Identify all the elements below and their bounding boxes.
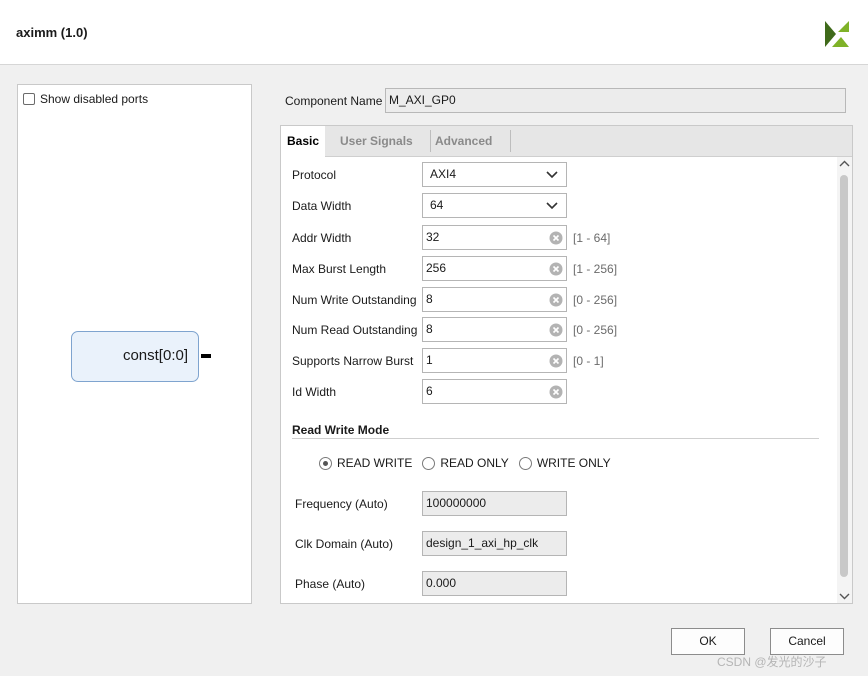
tab-basic[interactable]: Basic	[281, 126, 326, 157]
read-write-mode-radio-group: READ WRITE READ ONLY WRITE ONLY	[319, 456, 621, 470]
component-name-field[interactable]: M_AXI_GP0	[385, 88, 846, 113]
supports-narrow-burst-input[interactable]: 1	[422, 348, 567, 373]
cancel-button[interactable]: Cancel	[770, 628, 844, 655]
config-tabs-panel: Basic User Signals Advanced Protocol AXI…	[280, 125, 853, 604]
addr-width-label: Addr Width	[292, 231, 352, 245]
radio-read-write[interactable]	[319, 456, 332, 470]
protocol-label: Protocol	[292, 168, 337, 182]
ok-button[interactable]: OK	[671, 628, 745, 655]
dialog-title: aximm (1.0)	[16, 25, 88, 40]
show-disabled-ports-label: Show disabled ports	[40, 92, 149, 106]
id-width-label: Id Width	[292, 385, 337, 399]
num-read-outstanding-range: [0 - 256]	[573, 323, 618, 337]
clk-domain-field: design_1_axi_hp_clk	[422, 531, 567, 556]
tab-bar: Basic User Signals Advanced	[281, 126, 852, 157]
xilinx-logo-icon	[825, 21, 849, 47]
addr-width-value: 32	[426, 230, 440, 244]
max-burst-length-range: [1 - 256]	[573, 262, 618, 276]
radio-write-only-label: WRITE ONLY	[536, 456, 611, 470]
ip-block-symbol: const[0:0]	[71, 331, 199, 382]
num-write-outstanding-value: 8	[426, 292, 433, 306]
radio-read-only[interactable]	[422, 456, 436, 470]
max-burst-length-label: Max Burst Length	[292, 262, 387, 276]
component-name-label: Component Name	[285, 94, 383, 108]
clear-icon[interactable]	[549, 354, 563, 368]
id-width-input[interactable]: 6	[422, 379, 567, 404]
data-width-dropdown[interactable]: 64	[422, 193, 567, 218]
read-write-mode-title: Read Write Mode	[292, 423, 390, 437]
num-read-outstanding-label: Num Read Outstanding	[292, 323, 418, 337]
clk-domain-label: Clk Domain (Auto)	[295, 537, 394, 551]
tab-separator	[510, 130, 511, 152]
tab-user-signals[interactable]: User Signals	[334, 126, 419, 156]
show-disabled-ports-row[interactable]: Show disabled ports	[23, 92, 148, 106]
phase-label: Phase (Auto)	[295, 577, 366, 591]
num-write-outstanding-input[interactable]: 8	[422, 287, 567, 312]
clear-icon[interactable]	[549, 231, 563, 245]
show-disabled-ports-checkbox[interactable]	[23, 93, 35, 105]
vertical-scrollbar[interactable]	[837, 157, 852, 603]
id-width-value: 6	[426, 384, 433, 398]
radio-read-write-label: READ WRITE	[337, 456, 413, 470]
num-write-outstanding-range: [0 - 256]	[573, 293, 618, 307]
frequency-field: 100000000	[422, 491, 567, 516]
chevron-down-icon	[546, 171, 558, 179]
scroll-down-icon[interactable]	[839, 591, 850, 601]
clear-icon[interactable]	[549, 262, 563, 276]
supports-narrow-burst-value: 1	[426, 353, 433, 367]
port-stub	[201, 354, 211, 358]
scrollbar-thumb[interactable]	[840, 175, 848, 577]
num-read-outstanding-input[interactable]: 8	[422, 317, 567, 342]
clear-icon[interactable]	[549, 385, 563, 399]
frequency-label: Frequency (Auto)	[295, 497, 388, 511]
tab-advanced[interactable]: Advanced	[429, 126, 498, 156]
radio-write-only[interactable]	[518, 456, 532, 470]
watermark: CSDN @发光的沙子	[717, 655, 827, 669]
supports-narrow-burst-label: Supports Narrow Burst	[292, 354, 414, 368]
dialog-header: aximm (1.0)	[0, 0, 868, 65]
max-burst-length-value: 256	[426, 261, 447, 275]
scroll-up-icon[interactable]	[839, 159, 850, 169]
data-width-label: Data Width	[292, 199, 352, 213]
symbol-panel: Show disabled ports const[0:0]	[17, 84, 252, 604]
phase-field: 0.000	[422, 571, 567, 596]
num-write-outstanding-label: Num Write Outstanding	[292, 293, 417, 307]
clear-icon[interactable]	[549, 293, 563, 307]
section-divider	[292, 438, 819, 439]
supports-narrow-burst-range: [0 - 1]	[573, 354, 604, 368]
radio-read-only-label: READ ONLY	[440, 456, 509, 470]
max-burst-length-input[interactable]: 256	[422, 256, 567, 281]
protocol-value: AXI4	[430, 167, 457, 181]
chevron-down-icon	[546, 202, 558, 210]
basic-tab-content: Protocol AXI4 Data Width 64 Addr Width 3…	[281, 157, 837, 603]
block-port-label: const[0:0]	[122, 347, 188, 364]
clear-icon[interactable]	[549, 323, 563, 337]
data-width-value: 64	[430, 198, 444, 212]
addr-width-input[interactable]: 32	[422, 225, 567, 250]
protocol-dropdown[interactable]: AXI4	[422, 162, 567, 187]
addr-width-range: [1 - 64]	[573, 231, 611, 245]
num-read-outstanding-value: 8	[426, 322, 433, 336]
